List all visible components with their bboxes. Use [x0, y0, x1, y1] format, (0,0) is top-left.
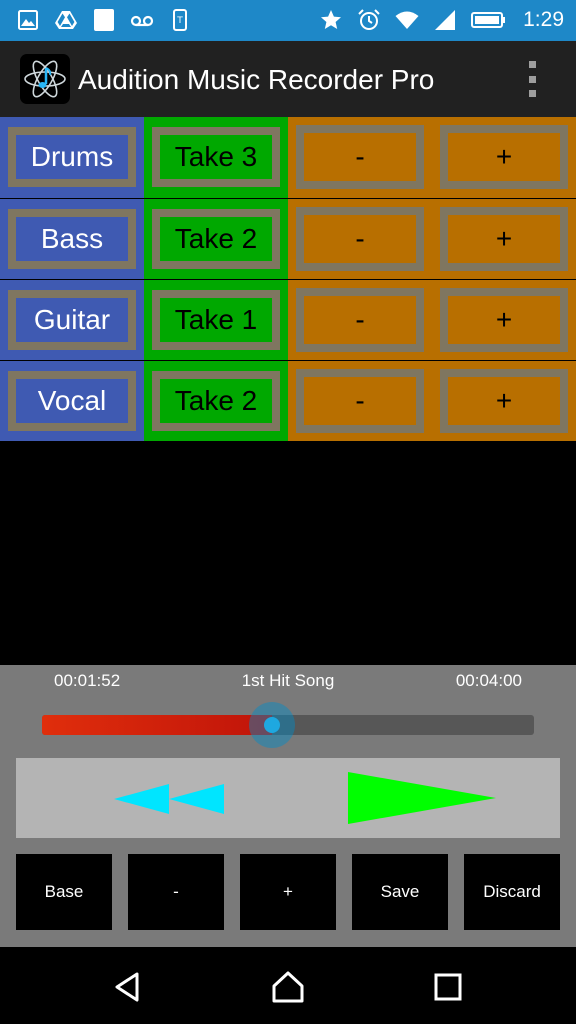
- take-minus-button[interactable]: -: [296, 207, 424, 271]
- discard-button[interactable]: Discard: [464, 854, 560, 930]
- take-button[interactable]: Take 3: [152, 127, 280, 187]
- app-bar: Audition Music Recorder Pro: [0, 41, 576, 117]
- rewind-icon[interactable]: [114, 784, 224, 814]
- wifi-icon: [395, 8, 419, 32]
- take-minus-button[interactable]: -: [296, 288, 424, 352]
- track-list: Drums Take 3 - + Bass Take 2 - + Guitar …: [0, 117, 576, 441]
- take-button[interactable]: Take 2: [152, 371, 280, 431]
- track-row-vocal: Vocal Take 2 - +: [0, 360, 576, 441]
- atom-music-icon: [20, 54, 70, 104]
- take-minus-button[interactable]: -: [296, 125, 424, 189]
- track-row-bass: Bass Take 2 - +: [0, 198, 576, 279]
- track-name-button[interactable]: Drums: [8, 127, 136, 187]
- overflow-menu-icon[interactable]: [524, 61, 540, 97]
- action-buttons: Base - + Save Discard: [0, 854, 576, 930]
- home-icon[interactable]: [270, 969, 306, 1005]
- take-plus-button[interactable]: +: [440, 369, 568, 433]
- svg-text:T: T: [176, 16, 183, 26]
- take-button[interactable]: Take 1: [152, 290, 280, 350]
- screen: T 1:29 Audition Music Recorder Pro Drums…: [0, 0, 576, 1024]
- track-row-drums: Drums Take 3 - +: [0, 117, 576, 198]
- minus-button[interactable]: -: [128, 854, 224, 930]
- take-button[interactable]: Take 2: [152, 209, 280, 269]
- gallery-icon: [16, 8, 40, 32]
- app-title: Audition Music Recorder Pro: [78, 64, 435, 95]
- status-time: 1:29: [523, 8, 564, 31]
- seek-progress: [42, 715, 272, 735]
- status-bar-system: 1:29: [319, 8, 564, 32]
- take-minus-button[interactable]: -: [296, 369, 424, 433]
- battery-icon: [471, 8, 507, 32]
- plus-button[interactable]: +: [240, 854, 336, 930]
- play-icon[interactable]: [346, 772, 498, 824]
- back-icon[interactable]: [110, 969, 146, 1005]
- seek-thumb[interactable]: [263, 717, 280, 733]
- status-bar-notifications: T: [16, 8, 192, 32]
- take-plus-button[interactable]: +: [440, 125, 568, 189]
- track-name-button[interactable]: Guitar: [8, 290, 136, 350]
- signal-icon: [433, 8, 457, 32]
- current-time: 00:01:52: [54, 671, 121, 690]
- base-button[interactable]: Base: [16, 854, 112, 930]
- navigation-bar: [0, 947, 576, 1024]
- white-square-icon: [92, 8, 116, 32]
- transport-controls: [16, 758, 560, 838]
- recents-icon[interactable]: [430, 969, 466, 1005]
- voicemail-icon: [130, 8, 154, 32]
- tmobile-icon: T: [168, 8, 192, 32]
- take-plus-button[interactable]: +: [440, 207, 568, 271]
- drive-icon: [54, 8, 78, 32]
- take-plus-button[interactable]: +: [440, 288, 568, 352]
- track-name-button[interactable]: Bass: [8, 209, 136, 269]
- track-name-button[interactable]: Vocal: [8, 371, 136, 431]
- star-icon: [319, 8, 343, 32]
- save-button[interactable]: Save: [352, 854, 448, 930]
- track-row-guitar: Guitar Take 1 - +: [0, 279, 576, 360]
- player-panel: 1st Hit Song 00:01:52 00:04:00 Base - + …: [0, 665, 576, 947]
- total-time: 00:04:00: [455, 671, 522, 690]
- alarm-icon: [357, 8, 381, 32]
- status-bar: T 1:29: [0, 0, 576, 41]
